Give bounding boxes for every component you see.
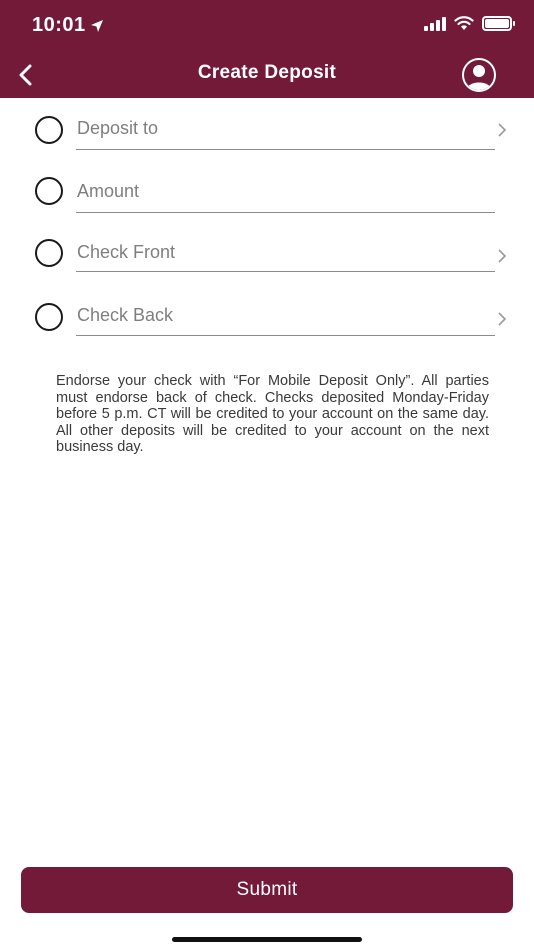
chevron-right-icon: [498, 312, 507, 326]
page-title: Create Deposit: [197, 62, 337, 83]
status-icons: [424, 16, 515, 31]
signal-icon: [424, 16, 446, 31]
field-divider: [76, 271, 495, 272]
location-arrow-icon: [90, 19, 103, 32]
field-label-check-back: Check Back: [77, 305, 174, 325]
chevron-right-icon: [498, 249, 507, 263]
field-row-deposit-to[interactable]: Deposit to: [0, 103, 534, 153]
submit-button[interactable]: Submit: [21, 867, 513, 913]
endorsement-note: Endorse your check with “For Mobile Depo…: [56, 373, 489, 455]
header-bar: 10:01 Create Deposit: [0, 0, 534, 98]
radio-amount[interactable]: [35, 177, 63, 205]
wifi-icon: [454, 16, 474, 30]
field-row-check-back[interactable]: Check Back: [0, 289, 534, 339]
field-row-check-front[interactable]: Check Front: [0, 226, 534, 276]
status-time-text: 10:01: [32, 14, 86, 36]
battery-icon: [482, 16, 515, 31]
chevron-right-icon: [498, 123, 507, 137]
field-label-check-front: Check Front: [77, 242, 176, 262]
field-divider: [76, 335, 495, 336]
field-label-deposit-to: Deposit to: [77, 118, 159, 138]
radio-check-front[interactable]: [35, 239, 63, 267]
radio-deposit-to[interactable]: [35, 116, 63, 144]
field-divider: [76, 212, 495, 213]
profile-button[interactable]: [462, 58, 496, 92]
field-label-amount: Amount: [77, 181, 140, 201]
radio-check-back[interactable]: [35, 303, 63, 331]
user-profile-icon: [467, 65, 491, 90]
submit-button-label: Submit: [236, 879, 298, 900]
field-divider: [76, 149, 495, 150]
home-indicator: [172, 937, 362, 942]
field-row-amount[interactable]: Amount: [0, 166, 534, 216]
status-bar-time: 10:01: [32, 14, 104, 37]
